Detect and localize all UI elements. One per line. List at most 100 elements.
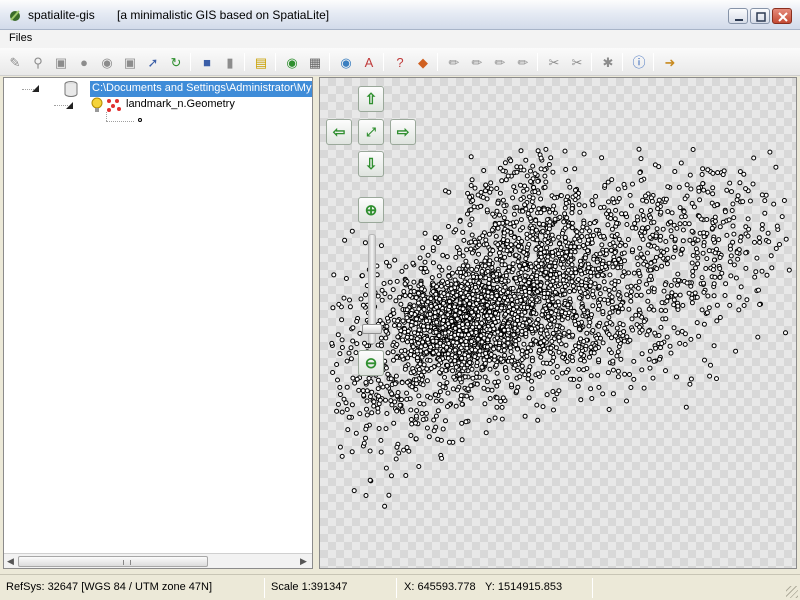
map-point [480,298,486,304]
layer-tree[interactable]: C:\Documents and Settings\Administrator\… [3,77,313,569]
map-point [623,242,628,248]
tree-layer-geometry[interactable]: landmark_n.Geometry [126,98,235,110]
scroll-left-icon[interactable]: ◀ [7,556,14,567]
map-point [500,197,506,203]
map-point [501,327,507,333]
layer-delete-icon[interactable]: ▮ [221,53,239,71]
map-point [731,215,737,221]
maximize-button[interactable] [750,8,770,24]
resize-grip-icon[interactable] [786,586,798,598]
help-icon[interactable]: ⓘ [630,53,648,71]
map-point [671,297,677,303]
map-point [521,278,527,284]
pen-edit-icon[interactable]: ✏ [468,53,486,71]
map-point [489,227,495,233]
zoom-extent-button[interactable]: ⤢ [358,119,384,145]
cut-alt-icon[interactable]: ✂ [568,53,586,71]
map-point [658,307,664,313]
style-icon[interactable]: ▤ [252,53,270,71]
map-point [423,410,429,416]
close-button[interactable] [772,8,792,24]
map-point [614,304,620,310]
map-point [646,328,652,334]
map-point [672,244,678,250]
select-icon[interactable]: ◆ [414,53,432,71]
map-point [387,279,393,285]
map-point [565,223,571,229]
layer-table-icon[interactable]: ■ [198,53,216,71]
disconnect-db-icon[interactable]: ⚲ [29,53,47,71]
map-point [518,297,524,303]
map-point [417,361,423,367]
map-point [408,339,414,345]
map-point [329,340,335,346]
pen-move-icon[interactable]: ✏ [491,53,509,71]
map-point [472,239,478,245]
pan-up-button[interactable]: ⇧ [358,86,384,112]
map-point [494,395,500,401]
pan-down-button[interactable]: ⇩ [358,151,384,177]
map-point [450,386,456,392]
map-point [636,307,642,313]
table-icon[interactable]: ▦ [306,53,324,71]
minimize-button[interactable] [728,8,748,24]
zoom-out-button[interactable]: ⊖ [358,350,384,376]
globe-icon[interactable]: ◉ [283,53,301,71]
map-point [411,288,417,294]
connect-db-icon[interactable]: ✎ [6,53,24,71]
refresh-icon[interactable]: ↻ [167,53,185,71]
scroll-right-icon[interactable]: ▶ [300,556,307,567]
map-point [540,228,546,234]
map-point [577,326,582,332]
map-point [470,375,476,381]
map-point [364,412,370,418]
text-label-icon[interactable]: A [360,53,378,71]
map-canvas[interactable]: ⇧ ⇦ ⤢ ⇨ ⇩ ⊕ ⊖ [319,77,797,569]
map-point [653,345,659,351]
zoom-map-icon[interactable]: ◉ [337,53,355,71]
map-point [743,265,749,271]
menu-files[interactable]: Files [9,32,32,44]
identify-icon[interactable]: ? [391,53,409,71]
tree-root-db[interactable]: C:\Documents and Settings\Administrator\… [90,81,312,97]
map-point [658,324,664,330]
map-point [534,273,540,279]
db-save-icon[interactable]: ▣ [121,53,139,71]
expand-triangle-icon[interactable] [66,102,74,110]
map-point [515,368,520,373]
map-point [756,287,761,293]
map-point [495,329,501,335]
map-point [588,344,594,350]
scroll-thumb[interactable] [18,556,208,567]
db-memory-icon[interactable]: ● [75,53,93,71]
pan-right-button[interactable]: ⇨ [390,119,416,145]
create-db-icon[interactable]: ▣ [52,53,70,71]
map-point [469,250,475,256]
map-point [779,214,785,220]
expand-triangle-icon[interactable] [32,85,40,93]
map-point [516,263,522,269]
cut-icon[interactable]: ✂ [545,53,563,71]
map-point [530,163,536,169]
db-vacuum-icon[interactable]: ◉ [98,53,116,71]
pen-delete-icon[interactable]: ✏ [514,53,532,71]
map-point [394,444,400,450]
horizontal-scrollbar[interactable]: ◀ ▶ [4,553,312,568]
map-point [654,226,660,232]
map-point [628,293,634,299]
map-point [457,350,462,356]
map-point [700,250,706,256]
map-point [505,340,511,346]
exit-icon[interactable]: ➜ [661,53,679,71]
map-point [627,337,633,343]
plug-icon[interactable]: ➚ [144,53,162,71]
bulb-icon[interactable] [90,97,104,113]
pan-left-button[interactable]: ⇦ [326,119,352,145]
map-point [576,366,582,372]
map-point [384,259,389,265]
zoom-slider-thumb[interactable] [362,324,382,334]
map-point [552,289,558,295]
zoom-in-button[interactable]: ⊕ [358,197,384,223]
star-icon[interactable]: ✱ [599,53,617,71]
pen-icon[interactable]: ✏ [445,53,463,71]
